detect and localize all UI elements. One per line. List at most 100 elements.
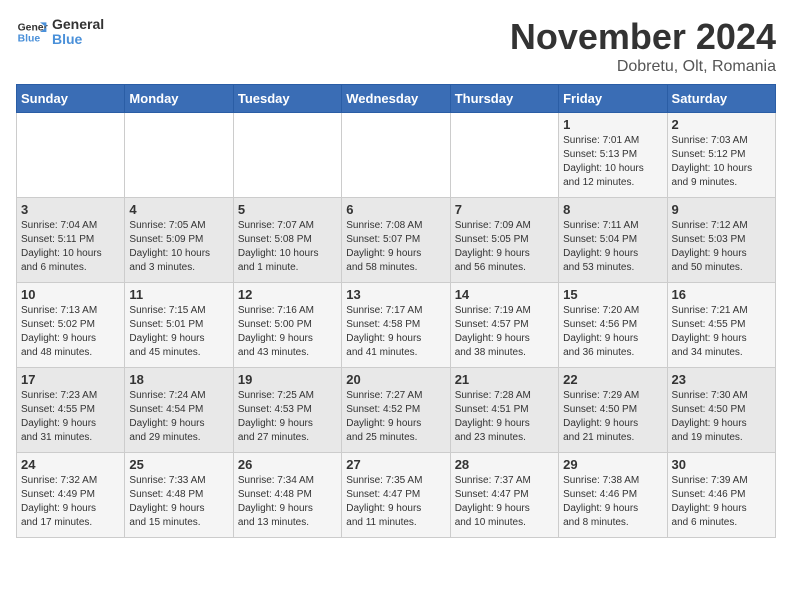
calendar-cell: 24Sunrise: 7:32 AMSunset: 4:49 PMDayligh… (17, 453, 125, 538)
day-info-line: Sunrise: 7:35 AM (346, 474, 445, 488)
calendar-week-row: 10Sunrise: 7:13 AMSunset: 5:02 PMDayligh… (17, 283, 776, 368)
calendar-cell: 5Sunrise: 7:07 AMSunset: 5:08 PMDaylight… (233, 198, 341, 283)
day-info-line: Sunset: 4:55 PM (672, 318, 771, 332)
day-info-line: and 19 minutes. (672, 431, 771, 445)
day-info-line: Sunrise: 7:15 AM (129, 304, 228, 318)
calendar-cell: 13Sunrise: 7:17 AMSunset: 4:58 PMDayligh… (342, 283, 450, 368)
calendar-cell: 3Sunrise: 7:04 AMSunset: 5:11 PMDaylight… (17, 198, 125, 283)
day-info-line: Sunset: 5:13 PM (563, 148, 662, 162)
day-number: 28 (455, 457, 554, 472)
day-info-line: Sunrise: 7:07 AM (238, 219, 337, 233)
day-info-line: Daylight: 9 hours (455, 332, 554, 346)
day-info-line: and 25 minutes. (346, 431, 445, 445)
calendar-cell: 27Sunrise: 7:35 AMSunset: 4:47 PMDayligh… (342, 453, 450, 538)
day-info-line: Sunrise: 7:34 AM (238, 474, 337, 488)
day-info-line: Sunset: 4:50 PM (563, 403, 662, 417)
day-info-line: and 21 minutes. (563, 431, 662, 445)
day-info-line: and 29 minutes. (129, 431, 228, 445)
day-info-line: Daylight: 9 hours (672, 247, 771, 261)
day-info-line: Daylight: 9 hours (455, 417, 554, 431)
day-number: 8 (563, 202, 662, 217)
day-info-line: Sunset: 4:48 PM (129, 488, 228, 502)
day-info-line: Sunset: 5:07 PM (346, 233, 445, 247)
day-info-line: Sunset: 4:50 PM (672, 403, 771, 417)
day-info-line: Sunset: 4:46 PM (672, 488, 771, 502)
day-number: 14 (455, 287, 554, 302)
calendar-cell: 26Sunrise: 7:34 AMSunset: 4:48 PMDayligh… (233, 453, 341, 538)
header-thursday: Thursday (450, 85, 558, 113)
day-info-line: Sunset: 4:56 PM (563, 318, 662, 332)
day-info-line: Sunset: 5:08 PM (238, 233, 337, 247)
header-sunday: Sunday (17, 85, 125, 113)
day-info-line: Sunrise: 7:16 AM (238, 304, 337, 318)
header-wednesday: Wednesday (342, 85, 450, 113)
header-saturday: Saturday (667, 85, 775, 113)
day-info-line: Daylight: 9 hours (563, 502, 662, 516)
calendar-cell (233, 113, 341, 198)
day-info-line: Sunrise: 7:24 AM (129, 389, 228, 403)
day-info-line: and 17 minutes. (21, 516, 120, 530)
day-info-line: and 38 minutes. (455, 346, 554, 360)
day-info-line: Sunset: 5:12 PM (672, 148, 771, 162)
day-info-line: Sunset: 4:55 PM (21, 403, 120, 417)
day-info-line: Sunrise: 7:04 AM (21, 219, 120, 233)
day-info-line: Daylight: 9 hours (238, 332, 337, 346)
calendar-body: 1Sunrise: 7:01 AMSunset: 5:13 PMDaylight… (17, 113, 776, 538)
logo-line1: General (52, 17, 104, 32)
day-info-line: Daylight: 9 hours (455, 247, 554, 261)
day-info-line: and 56 minutes. (455, 261, 554, 275)
day-info-line: Sunrise: 7:25 AM (238, 389, 337, 403)
day-info-line: Sunset: 4:46 PM (563, 488, 662, 502)
day-info-line: and 36 minutes. (563, 346, 662, 360)
day-info-line: Daylight: 9 hours (238, 417, 337, 431)
day-info-line: and 1 minute. (238, 261, 337, 275)
calendar-cell: 28Sunrise: 7:37 AMSunset: 4:47 PMDayligh… (450, 453, 558, 538)
day-info-line: Sunrise: 7:09 AM (455, 219, 554, 233)
day-info-line: Sunrise: 7:17 AM (346, 304, 445, 318)
day-info-line: Sunset: 4:47 PM (455, 488, 554, 502)
day-number: 19 (238, 372, 337, 387)
day-info-line: and 50 minutes. (672, 261, 771, 275)
day-info-line: Daylight: 10 hours (238, 247, 337, 261)
day-info-line: and 9 minutes. (672, 176, 771, 190)
day-info-line: Sunrise: 7:21 AM (672, 304, 771, 318)
day-info-line: Sunrise: 7:29 AM (563, 389, 662, 403)
day-info-line: Sunrise: 7:05 AM (129, 219, 228, 233)
day-info-line: Daylight: 9 hours (563, 417, 662, 431)
calendar-cell: 17Sunrise: 7:23 AMSunset: 4:55 PMDayligh… (17, 368, 125, 453)
calendar-cell: 4Sunrise: 7:05 AMSunset: 5:09 PMDaylight… (125, 198, 233, 283)
day-info-line: and 12 minutes. (563, 176, 662, 190)
calendar-cell: 21Sunrise: 7:28 AMSunset: 4:51 PMDayligh… (450, 368, 558, 453)
day-info-line: and 3 minutes. (129, 261, 228, 275)
day-info-line: and 53 minutes. (563, 261, 662, 275)
day-info-line: Daylight: 10 hours (672, 162, 771, 176)
logo-icon: General Blue (16, 16, 48, 48)
day-number: 17 (21, 372, 120, 387)
day-number: 15 (563, 287, 662, 302)
day-info-line: Sunrise: 7:28 AM (455, 389, 554, 403)
day-info-line: Daylight: 10 hours (21, 247, 120, 261)
day-info-line: and 41 minutes. (346, 346, 445, 360)
day-number: 23 (672, 372, 771, 387)
day-info-line: and 45 minutes. (129, 346, 228, 360)
day-number: 10 (21, 287, 120, 302)
day-info-line: and 11 minutes. (346, 516, 445, 530)
day-number: 26 (238, 457, 337, 472)
day-info-line: Sunset: 4:54 PM (129, 403, 228, 417)
day-info-line: and 34 minutes. (672, 346, 771, 360)
day-info-line: Daylight: 10 hours (129, 247, 228, 261)
day-info-line: Sunset: 4:49 PM (21, 488, 120, 502)
day-info-line: Daylight: 9 hours (346, 332, 445, 346)
day-info-line: Sunset: 5:03 PM (672, 233, 771, 247)
day-info-line: and 43 minutes. (238, 346, 337, 360)
day-info-line: and 48 minutes. (21, 346, 120, 360)
calendar-cell: 30Sunrise: 7:39 AMSunset: 4:46 PMDayligh… (667, 453, 775, 538)
day-info-line: Daylight: 9 hours (672, 417, 771, 431)
calendar-cell: 14Sunrise: 7:19 AMSunset: 4:57 PMDayligh… (450, 283, 558, 368)
header-friday: Friday (559, 85, 667, 113)
day-info-line: Sunset: 5:11 PM (21, 233, 120, 247)
calendar-cell: 7Sunrise: 7:09 AMSunset: 5:05 PMDaylight… (450, 198, 558, 283)
calendar-cell: 22Sunrise: 7:29 AMSunset: 4:50 PMDayligh… (559, 368, 667, 453)
day-info-line: and 6 minutes. (672, 516, 771, 530)
day-info-line: Daylight: 9 hours (672, 502, 771, 516)
